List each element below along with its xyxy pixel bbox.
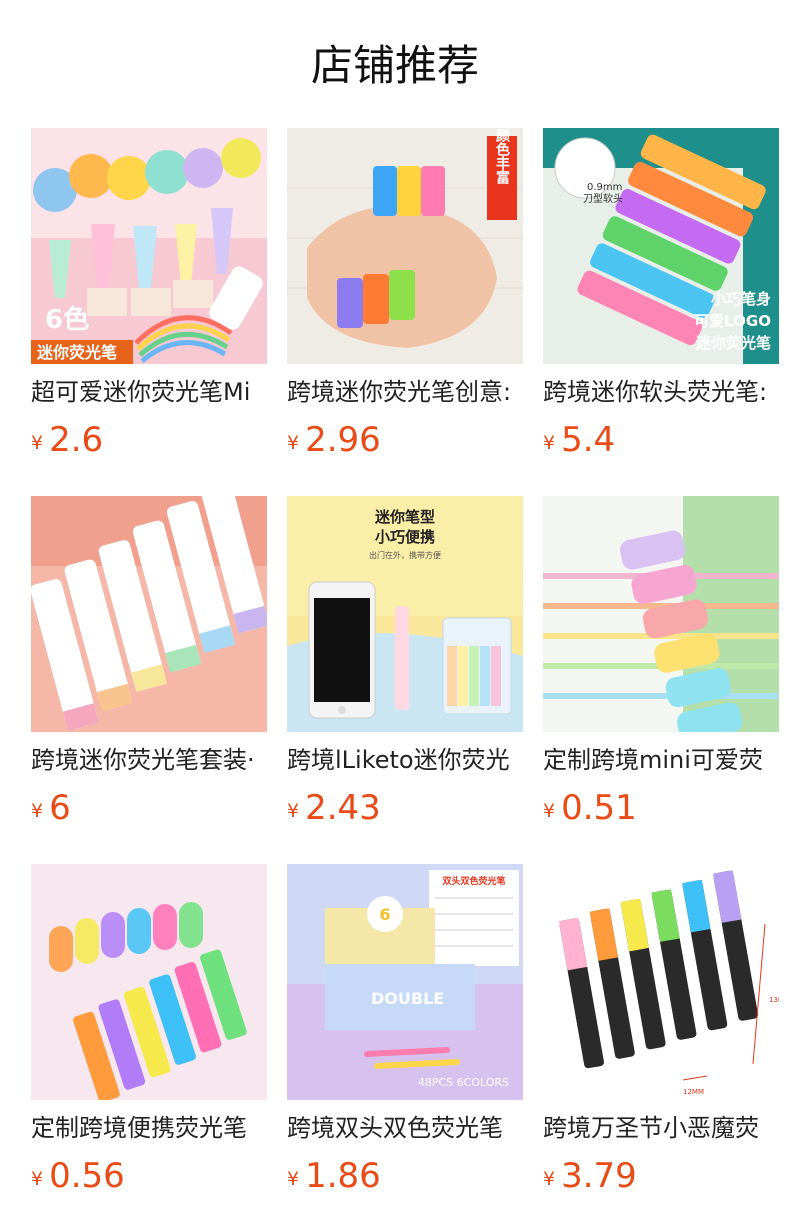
product-image[interactable] bbox=[31, 496, 267, 732]
currency-symbol: ¥ bbox=[543, 1168, 556, 1190]
product-price: ¥2.43 bbox=[287, 788, 381, 828]
product-price: ¥1.86 bbox=[287, 1156, 381, 1196]
currency-symbol: ¥ bbox=[31, 432, 44, 454]
currency-symbol: ¥ bbox=[287, 1168, 300, 1190]
product-name[interactable]: 跨境lLiketo迷你荧光 bbox=[287, 743, 523, 777]
product-card[interactable]: 130MM 12MM 跨境万圣节小恶魔荧 ¥3.79 bbox=[543, 864, 779, 1196]
product-card[interactable]: 迷你笔型 小巧便携 出门在外，携带方便 跨境lLiketo迷你荧光 ¥2.43 bbox=[287, 496, 523, 828]
product-image[interactable]: 颜色丰富 bbox=[287, 128, 523, 364]
dim-length: 130MM bbox=[769, 996, 779, 1004]
product-card[interactable]: 定制跨境mini可爱荧 ¥0.51 bbox=[543, 496, 779, 828]
tip-label-1: 0.9mm bbox=[587, 182, 622, 193]
product-image[interactable] bbox=[543, 496, 779, 732]
promo-line-3: 迷你荧光笔 bbox=[695, 334, 771, 352]
product-name[interactable]: 跨境万圣节小恶魔荧 bbox=[543, 1111, 779, 1145]
product-name[interactable]: 超可爱迷你荧光笔Mi bbox=[31, 375, 267, 409]
price-value: 0.51 bbox=[561, 788, 637, 828]
product-image[interactable]: 6色 迷你荧光笔 bbox=[31, 128, 267, 364]
product-name[interactable]: 定制跨境便携荧光笔 bbox=[31, 1111, 267, 1145]
product-name[interactable]: 跨境迷你荧光笔套装· bbox=[31, 743, 267, 777]
product-name[interactable]: 跨境迷你荧光笔创意: bbox=[287, 375, 523, 409]
currency-symbol: ¥ bbox=[287, 432, 300, 454]
box-caption: 48PCS 6COLORS bbox=[418, 1076, 509, 1089]
box-text: DOUBLE bbox=[371, 989, 444, 1008]
product-name[interactable]: 跨境双头双色荧光笔 bbox=[287, 1111, 523, 1145]
currency-symbol: ¥ bbox=[31, 800, 44, 822]
tip-label-2: 刀型软头 bbox=[583, 192, 623, 205]
headline-2: 小巧便携 bbox=[375, 528, 435, 546]
product-card[interactable]: 双头双色荧光笔 6 DOUBLE 48PCS 6COLORS 跨境双头双色荧光笔… bbox=[287, 864, 523, 1196]
currency-symbol: ¥ bbox=[543, 800, 556, 822]
product-image[interactable]: 0.9mm 刀型软头 小巧笔身 可爱LOGO 迷你荧光笔 bbox=[543, 128, 779, 364]
product-price: ¥3.79 bbox=[543, 1156, 637, 1196]
price-value: 3.79 bbox=[561, 1156, 637, 1196]
price-value: 5.4 bbox=[561, 420, 616, 460]
box-count: 6 bbox=[379, 905, 390, 924]
product-card[interactable]: 6色 迷你荧光笔 超可爱迷你荧光笔Mi ¥2.6 bbox=[31, 128, 267, 460]
promo-line-1: 小巧笔身 bbox=[711, 290, 771, 308]
product-image[interactable] bbox=[31, 864, 267, 1100]
price-value: 2.43 bbox=[305, 788, 381, 828]
product-card[interactable]: 定制跨境便携荧光笔 ¥0.56 bbox=[31, 864, 267, 1196]
price-value: 2.96 bbox=[305, 420, 381, 460]
headline-1: 迷你笔型 bbox=[374, 508, 435, 526]
product-price: ¥0.51 bbox=[543, 788, 637, 828]
product-image[interactable]: 双头双色荧光笔 6 DOUBLE 48PCS 6COLORS bbox=[287, 864, 523, 1100]
box-title: 双头双色荧光笔 bbox=[442, 875, 505, 887]
currency-symbol: ¥ bbox=[287, 800, 300, 822]
badge-count: 6色 bbox=[45, 304, 89, 335]
currency-symbol: ¥ bbox=[31, 1168, 44, 1190]
product-card[interactable]: 颜色丰富 跨境迷你荧光笔创意: ¥2.96 bbox=[287, 128, 523, 460]
promo-line-2: 可爱LOGO bbox=[694, 312, 771, 330]
product-card[interactable]: 0.9mm 刀型软头 小巧笔身 可爱LOGO 迷你荧光笔 跨境迷你软头荧光笔: … bbox=[543, 128, 779, 460]
product-name[interactable]: 跨境迷你软头荧光笔: bbox=[543, 375, 779, 409]
product-price: ¥5.4 bbox=[543, 420, 615, 460]
product-image[interactable]: 130MM 12MM bbox=[543, 864, 779, 1100]
side-tag: 颜色丰富 bbox=[494, 128, 510, 185]
subline: 出门在外，携带方便 bbox=[369, 550, 441, 560]
product-name[interactable]: 定制跨境mini可爱荧 bbox=[543, 743, 779, 777]
product-price: ¥2.6 bbox=[31, 420, 103, 460]
price-value: 2.6 bbox=[49, 420, 104, 460]
section-title: 店铺推荐 bbox=[310, 41, 479, 90]
product-price: ¥2.96 bbox=[287, 420, 381, 460]
badge-text: 迷你荧光笔 bbox=[36, 343, 117, 362]
product-image[interactable]: 迷你笔型 小巧便携 出门在外，携带方便 bbox=[287, 496, 523, 732]
dim-width: 12MM bbox=[683, 1088, 704, 1096]
price-value: 1.86 bbox=[305, 1156, 381, 1196]
product-price: ¥6 bbox=[31, 788, 71, 828]
product-price: ¥0.56 bbox=[31, 1156, 125, 1196]
price-value: 6 bbox=[49, 788, 71, 828]
price-value: 0.56 bbox=[49, 1156, 125, 1196]
currency-symbol: ¥ bbox=[543, 432, 556, 454]
product-card[interactable]: 跨境迷你荧光笔套装· ¥6 bbox=[31, 496, 267, 828]
